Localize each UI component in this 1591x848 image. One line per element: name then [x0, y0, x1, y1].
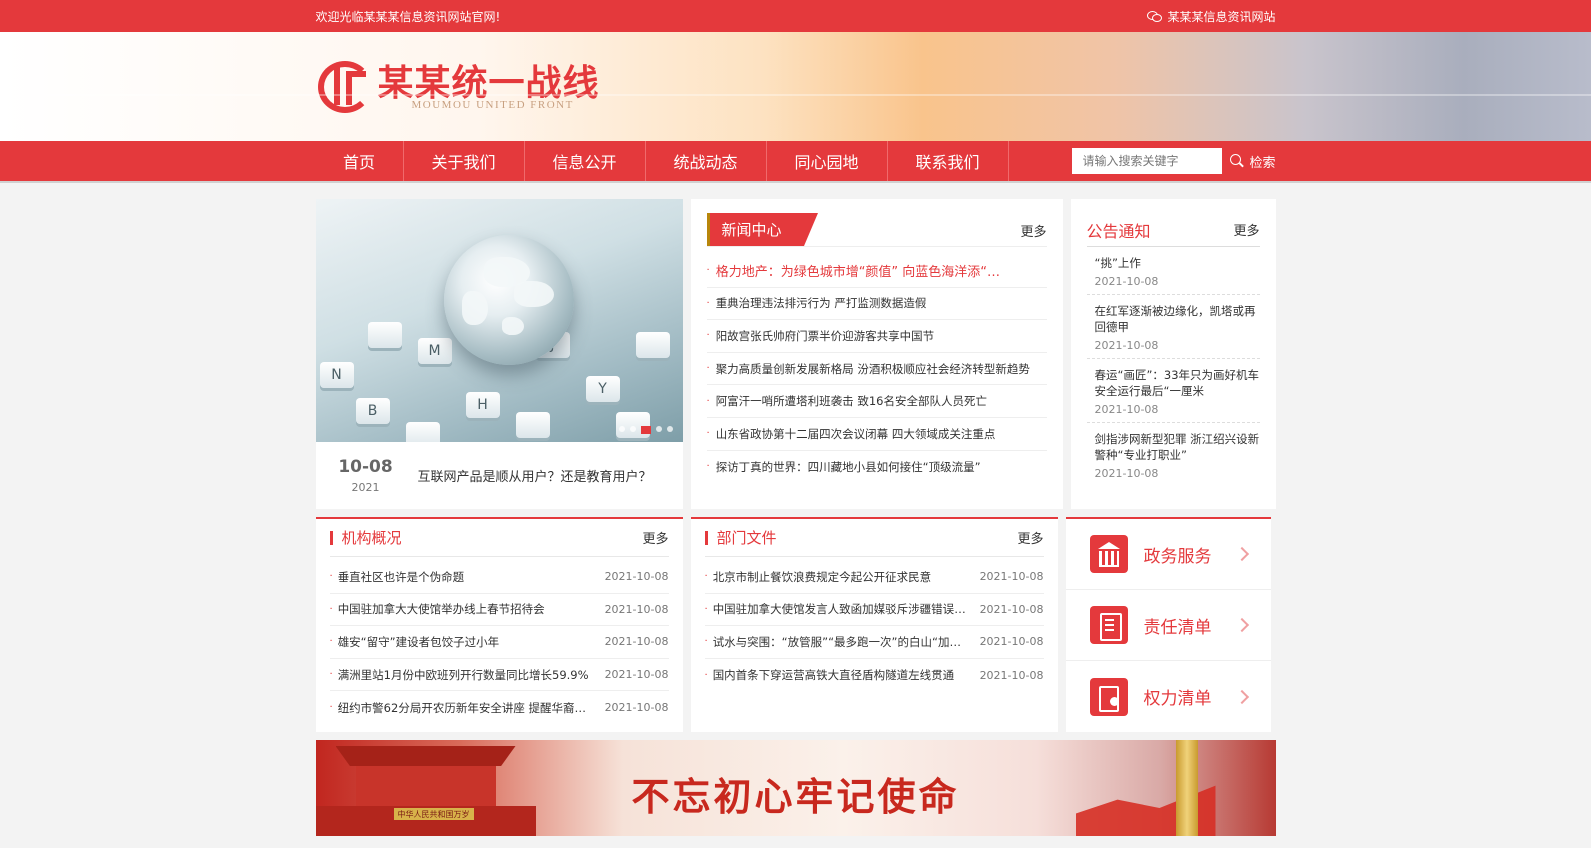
org-overview-panel: 机构概况 更多 · 垂直社区也许是个伪命题 2021-10-08 · 中国驻加拿大大使… [315, 517, 683, 732]
slide-caption-text[interactable]: 互联网产品是顺从用户？还是教育用户？ [418, 466, 652, 485]
services-panel: 政务服务 责任清单 权力清单 [1065, 517, 1271, 732]
globe-graphic [443, 235, 574, 365]
org-overview-title: 机构概况 [330, 527, 402, 548]
search-button-label: 检索 [1249, 155, 1276, 171]
list-item[interactable]: · 国内首条下穿运营高铁大直径盾构隧道左线贯通 2021-10-08 [705, 659, 1044, 692]
slider-dot[interactable] [629, 426, 636, 432]
notice-item[interactable]: 在红军逐渐被边缘化，凯塔或再回德甲 2021-10-08 [1086, 295, 1260, 359]
nav-item-garden[interactable]: 同心园地 [767, 141, 888, 181]
list-item[interactable]: · 中国驻加拿大大使馆举办线上春节招待会 2021-10-08 [329, 594, 669, 627]
keyboard-key [367, 322, 402, 348]
dept-files-title: 部门文件 [705, 527, 777, 548]
notice-more-link[interactable]: 更多 [1233, 220, 1259, 239]
dept-more-link[interactable]: 更多 [1017, 528, 1043, 547]
document-list-icon [1089, 606, 1128, 644]
list-item[interactable]: · 北京市制止餐饮浪费规定今起公开征求民意 2021-10-08 [704, 561, 1044, 594]
service-responsibility-button[interactable]: 责任清单 [1065, 590, 1271, 661]
keyboard-key: H [465, 392, 500, 418]
banner-slogan: 不忘初心牢记使命 [631, 774, 960, 819]
site-name: 某某某信息资讯网站 [1167, 9, 1276, 24]
service-gov-button[interactable]: 政务服务 [1065, 519, 1271, 590]
header-banner: 某某统一战线 MOUMOU UNITED FRONT [0, 32, 1591, 141]
news-item[interactable]: · 山东省政协第十二届四次会议闭幕 四大领域成关注重点 [706, 418, 1047, 451]
slider-dot-active[interactable] [640, 426, 651, 434]
search-button[interactable]: 检索 [1230, 152, 1276, 171]
service-power-button[interactable]: 权力清单 [1065, 661, 1271, 732]
slider-dot[interactable] [666, 426, 673, 432]
notice-item[interactable]: “挑”上作 2021-10-08 [1086, 247, 1260, 295]
keyboard-key: B [355, 398, 390, 424]
slider-dot[interactable] [655, 426, 662, 432]
news-center: 新闻中心 更多 · 格力地产：为绿色城市增“颜值” 向蓝色海洋添“… · 重典治理违… [690, 199, 1063, 509]
nav-item-about[interactable]: 关于我们 [404, 141, 525, 181]
news-item[interactable]: · 重典治理违法排污行为 严打监测数据造假 [706, 288, 1047, 321]
dept-list: · 北京市制止餐饮浪费规定今起公开征求民意 2021-10-08 · 中国驻加拿大使馆… [704, 561, 1044, 692]
search-icon [1230, 154, 1244, 168]
slide-image[interactable]: N M J B H Y [315, 199, 683, 442]
site-link[interactable]: 某某某信息资讯网站 [1147, 8, 1276, 25]
slide-date: 10-08 2021 [336, 457, 396, 494]
news-item[interactable]: · 格力地产：为绿色城市增“颜值” 向蓝色海洋添“… [706, 255, 1047, 288]
search-box: 检索 [1072, 148, 1276, 174]
logo-mark-icon [316, 57, 376, 117]
wechat-icon [1147, 10, 1163, 22]
news-list: · 格力地产：为绿色城市增“颜值” 向蓝色海洋添“… · 重典治理违法排污行为 严打… [706, 255, 1047, 484]
chevron-right-icon [1234, 617, 1249, 633]
logo[interactable]: 某某统一战线 MOUMOU UNITED FRONT [316, 57, 600, 117]
search-input[interactable] [1072, 148, 1223, 174]
slider-pagination [618, 426, 673, 434]
chevron-right-icon [1234, 546, 1249, 562]
logo-subtitle: MOUMOU UNITED FRONT [411, 98, 574, 111]
government-building-icon [1089, 535, 1128, 573]
nav-item-info-public[interactable]: 信息公开 [525, 141, 646, 181]
logo-title: 某某统一战线 [377, 61, 600, 104]
service-label: 权力清单 [1143, 689, 1212, 709]
keyboard-key [615, 412, 650, 438]
nav-item-news-dynamic[interactable]: 统战动态 [646, 141, 767, 181]
keyboard-key [515, 412, 550, 438]
slide-date-md: 10-08 [338, 457, 393, 477]
slide-caption[interactable]: 10-08 2021 互联网产品是顺从用户？还是教育用户？ [316, 442, 683, 509]
news-item[interactable]: · 探访丁真的世界：四川藏地小县如何接住“顶级流量” [707, 451, 1047, 484]
slide-date-year: 2021 [351, 481, 380, 494]
list-item[interactable]: · 垂直社区也许是个伪命题 2021-10-08 [329, 561, 669, 594]
keyboard-key: M [417, 338, 452, 364]
keyboard-key [635, 332, 670, 358]
service-label: 责任清单 [1143, 617, 1212, 638]
news-item[interactable]: · 阿富汗一哨所遭塔利班袭击 致16名安全部队人员死亡 [706, 385, 1047, 418]
slider-dot[interactable] [618, 426, 625, 432]
list-item[interactable]: · 中国驻加拿大使馆发言人致函加媒驳斥涉疆错误言论 2021-10-08 [704, 594, 1044, 627]
list-item[interactable]: · 满洲里站1月份中欧班列开行数量同比增长59.9% 2021-10-08 [329, 659, 669, 692]
keyboard-key: N [319, 362, 354, 388]
news-item[interactable]: · 聚力高质量创新发展新格局 汾酒积极顺应社会经济转型新趋势 [706, 353, 1047, 386]
nav-item-contact[interactable]: 联系我们 [888, 141, 1009, 181]
notice-item[interactable]: 剑指涉网新型犯罪 浙江绍兴设新警种“专业打职业” 2021-10-08 [1087, 423, 1260, 486]
news-center-title: 新闻中心 [706, 213, 818, 246]
org-list: · 垂直社区也许是个伪命题 2021-10-08 · 中国驻加拿大大使馆举办线上春节招… [329, 561, 669, 724]
keyboard-key [405, 422, 440, 442]
notice-panel: 公告通知 更多 “挑”上作 2021-10-08 在红军逐渐被边缘化，凯塔或再回德… [1070, 199, 1276, 509]
slogan-banner[interactable]: 中华人民共和国万岁 不忘初心牢记使命 [315, 740, 1276, 836]
welcome-text: 欢迎光临某某某信息资讯网站官网! [315, 9, 501, 24]
news-item[interactable]: · 阳故宫张氏帅府门票半价迎游客共享中国节 [706, 320, 1047, 353]
nav-item-home[interactable]: 首页 [316, 141, 404, 181]
power-list-icon [1089, 677, 1128, 716]
list-item[interactable]: · 试水与突围：“放管服”“最多跑一次”的白山“加… 2021-10-08 [704, 626, 1044, 659]
list-item[interactable]: · 雄安“留守”建设者包饺子过小年 2021-10-08 [329, 626, 669, 659]
notice-title: 公告通知 [1086, 221, 1151, 241]
main-nav: 首页 关于我们 信息公开 统战动态 同心园地 联系我们 检索 [0, 141, 1591, 183]
top-bar: 欢迎光临某某某信息资讯网站官网! 某某某信息资讯网站 [0, 0, 1591, 32]
list-item[interactable]: · 纽约市警62分局开农历新年安全讲座 提醒华裔防诈骗 2021-10-08 [330, 691, 669, 724]
org-more-link[interactable]: 更多 [642, 528, 668, 547]
news-more-link[interactable]: 更多 [1020, 221, 1046, 240]
keyboard-key: Y [585, 376, 620, 402]
chevron-right-icon [1234, 689, 1249, 704]
service-label: 政务服务 [1143, 546, 1212, 567]
notice-item[interactable]: 春运“画匠”：33年只为画好机车安全运行最后“一厘米 2021-10-08 [1086, 359, 1260, 423]
dept-files-panel: 部门文件 更多 · 北京市制止餐饮浪费规定今起公开征求民意 2021-10-08 ·… [690, 517, 1058, 732]
image-slider[interactable]: N M J B H Y [315, 199, 683, 509]
notice-list: “挑”上作 2021-10-08 在红军逐渐被边缘化，凯塔或再回德甲 2021-10… [1086, 247, 1260, 486]
